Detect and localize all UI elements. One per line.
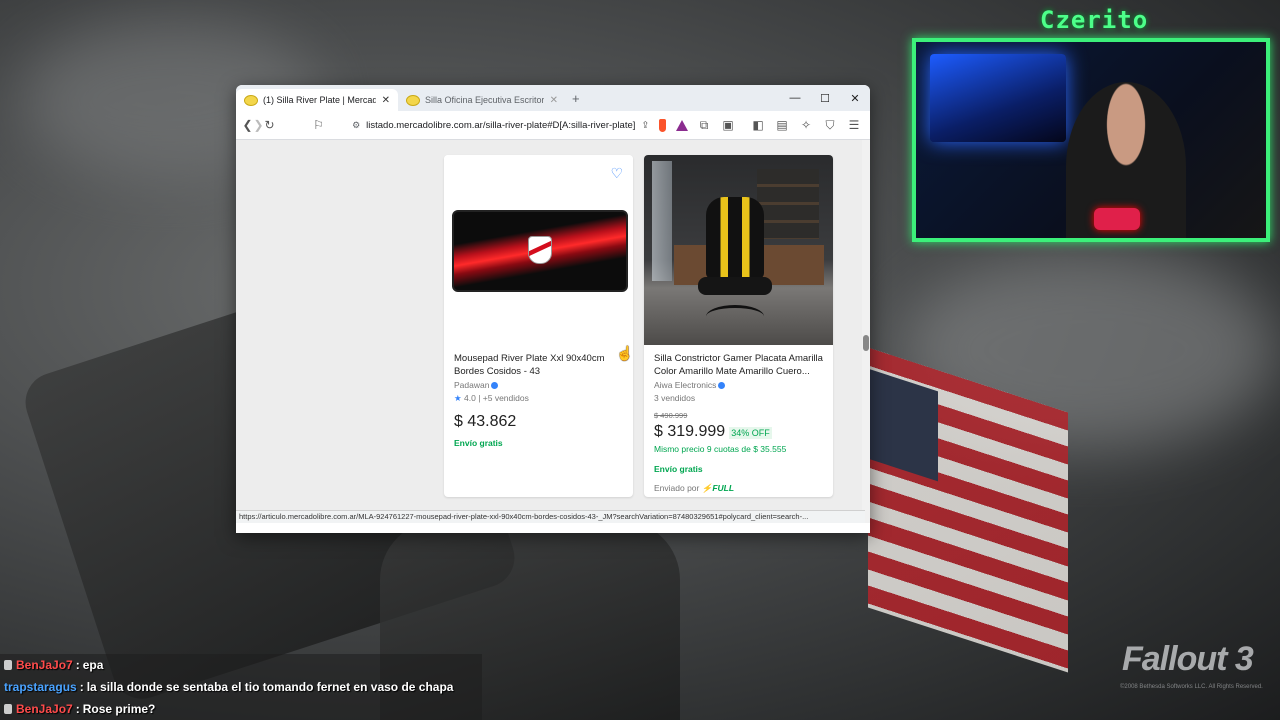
address-bar[interactable]: ⚙ listado.mercadolibre.com.ar/silla-rive… bbox=[352, 115, 656, 135]
tab-bar: (1) Silla River Plate | MercadoLibre ✕ S… bbox=[236, 85, 870, 111]
minimize-icon[interactable]: — bbox=[780, 85, 810, 111]
chat-username: trapstaragus bbox=[4, 680, 77, 694]
game-logo-copyright: ©2008 Bethesda Softworks LLC. All Rights… bbox=[1120, 684, 1263, 690]
scroll-thumb[interactable] bbox=[863, 335, 869, 351]
star-icon: ★ bbox=[454, 393, 462, 404]
discount-badge: 34% OFF bbox=[729, 426, 772, 439]
seller-name: Padawan bbox=[454, 380, 623, 391]
chat-text: epa bbox=[82, 658, 104, 672]
verified-icon bbox=[491, 381, 499, 389]
link-status-bar: https://articulo.mercadolibre.com.ar/MLA… bbox=[236, 510, 865, 523]
product-price: $ 43.862 bbox=[454, 412, 517, 430]
product-image[interactable]: ♡ bbox=[444, 155, 633, 345]
user-badge-icon bbox=[4, 660, 12, 670]
screenshot-icon[interactable]: ▣ bbox=[718, 118, 738, 133]
tab-title: (1) Silla River Plate | MercadoLibre bbox=[263, 95, 376, 105]
sidebar-icon[interactable]: ◧ bbox=[748, 118, 768, 133]
product-rating: ★ 4.0 | +5 vendidos bbox=[454, 393, 529, 404]
vpn-icon[interactable]: ⛉ bbox=[820, 118, 840, 133]
product-card[interactable]: ♡ Mousepad River Plate Xxl 90x40cm Borde… bbox=[444, 155, 633, 497]
user-badge-icon bbox=[4, 704, 12, 714]
chat-message: BenJaJo7: Rose prime? bbox=[0, 698, 482, 720]
share-icon[interactable]: ⇪ bbox=[635, 120, 655, 131]
gaming-chair-image bbox=[706, 197, 764, 279]
scrollbar[interactable] bbox=[862, 140, 870, 523]
mercadolibre-favicon-icon bbox=[406, 94, 420, 106]
webcam-overlay bbox=[912, 38, 1270, 242]
extensions-icon[interactable]: ⧉ bbox=[694, 118, 714, 133]
river-plate-crest-icon bbox=[528, 236, 552, 264]
stream-chat: BenJaJo7: epa trapstaragus: la silla don… bbox=[0, 654, 482, 720]
verified-icon bbox=[718, 381, 726, 389]
chat-message: BenJaJo7: epa bbox=[0, 654, 482, 676]
maximize-icon[interactable]: ☐ bbox=[810, 85, 840, 111]
microphone-icon bbox=[1094, 208, 1140, 230]
brave-rewards-icon[interactable] bbox=[676, 119, 689, 131]
original-price: $ 490.999 bbox=[654, 410, 688, 420]
close-tab-icon[interactable]: ✕ bbox=[550, 95, 558, 106]
browser-toolbar: ❮ ❯ ↻ ⚐ ⚙ listado.mercadolibre.com.ar/si… bbox=[236, 111, 870, 140]
page-content: ♡ Mousepad River Plate Xxl 90x40cm Borde… bbox=[236, 140, 870, 523]
full-logo: ⚡FULL bbox=[701, 483, 735, 494]
close-tab-icon[interactable]: ✕ bbox=[382, 95, 390, 106]
leo-ai-icon[interactable]: ✧ bbox=[796, 118, 816, 133]
wallet-icon[interactable]: ▤ bbox=[772, 118, 792, 133]
game-logo: Fallout 3 bbox=[1122, 640, 1254, 678]
menu-icon[interactable]: ☰ bbox=[844, 118, 864, 133]
streamer-name: Czerito bbox=[1040, 6, 1149, 34]
favorite-heart-icon[interactable]: ♡ bbox=[610, 165, 623, 182]
tab-title: Silla Oficina Ejecutiva Escritorio Ergon… bbox=[425, 95, 544, 105]
brave-shields-icon[interactable] bbox=[659, 118, 667, 132]
installments-text: Mismo precio 9 cuotas de $ 35.555 bbox=[654, 444, 787, 455]
product-image[interactable] bbox=[644, 155, 833, 345]
shipped-by: Enviado por ⚡FULL bbox=[654, 483, 735, 494]
chat-username: BenJaJo7 bbox=[16, 658, 73, 672]
chat-message: trapstaragus: la silla donde se sentaba … bbox=[4, 680, 454, 694]
free-shipping-label: Envío gratis bbox=[654, 463, 703, 474]
site-info-icon[interactable]: ⚙ bbox=[352, 120, 360, 131]
tab-silla-river-plate[interactable]: (1) Silla River Plate | MercadoLibre ✕ bbox=[236, 89, 398, 111]
product-price: $ 319.999 bbox=[654, 422, 726, 440]
chat-text: la silla donde se sentaba el tio tomando… bbox=[86, 680, 454, 694]
reload-icon[interactable]: ↻ bbox=[264, 118, 275, 132]
new-tab-button[interactable]: + bbox=[572, 91, 580, 106]
mercadolibre-favicon-icon bbox=[244, 94, 258, 106]
free-shipping-label: Envío gratis bbox=[454, 438, 503, 449]
sold-count: 3 vendidos bbox=[654, 393, 696, 404]
forward-icon[interactable]: ❯ bbox=[253, 118, 264, 132]
close-window-icon[interactable]: ✕ bbox=[840, 85, 870, 111]
chat-username: BenJaJo7 bbox=[16, 702, 73, 716]
product-title[interactable]: Mousepad River Plate Xxl 90x40cm Bordes … bbox=[454, 353, 623, 379]
chat-text: Rose prime? bbox=[82, 702, 156, 716]
tab-silla-oficina[interactable]: Silla Oficina Ejecutiva Escritorio Ergon… bbox=[398, 89, 566, 111]
browser-window: (1) Silla River Plate | MercadoLibre ✕ S… bbox=[236, 85, 870, 533]
product-title[interactable]: Silla Constrictor Gamer Placata Amarilla… bbox=[654, 353, 823, 379]
back-icon[interactable]: ❮ bbox=[242, 118, 253, 132]
seller-name: Aiwa Electronics bbox=[654, 380, 823, 391]
lightning-icon: ⚡ bbox=[701, 483, 713, 494]
url-text[interactable]: listado.mercadolibre.com.ar/silla-river-… bbox=[366, 120, 635, 131]
mousepad-image bbox=[452, 210, 628, 292]
product-card[interactable]: Silla Constrictor Gamer Placata Amarilla… bbox=[644, 155, 833, 497]
bookmark-icon[interactable]: ⚐ bbox=[313, 118, 324, 132]
